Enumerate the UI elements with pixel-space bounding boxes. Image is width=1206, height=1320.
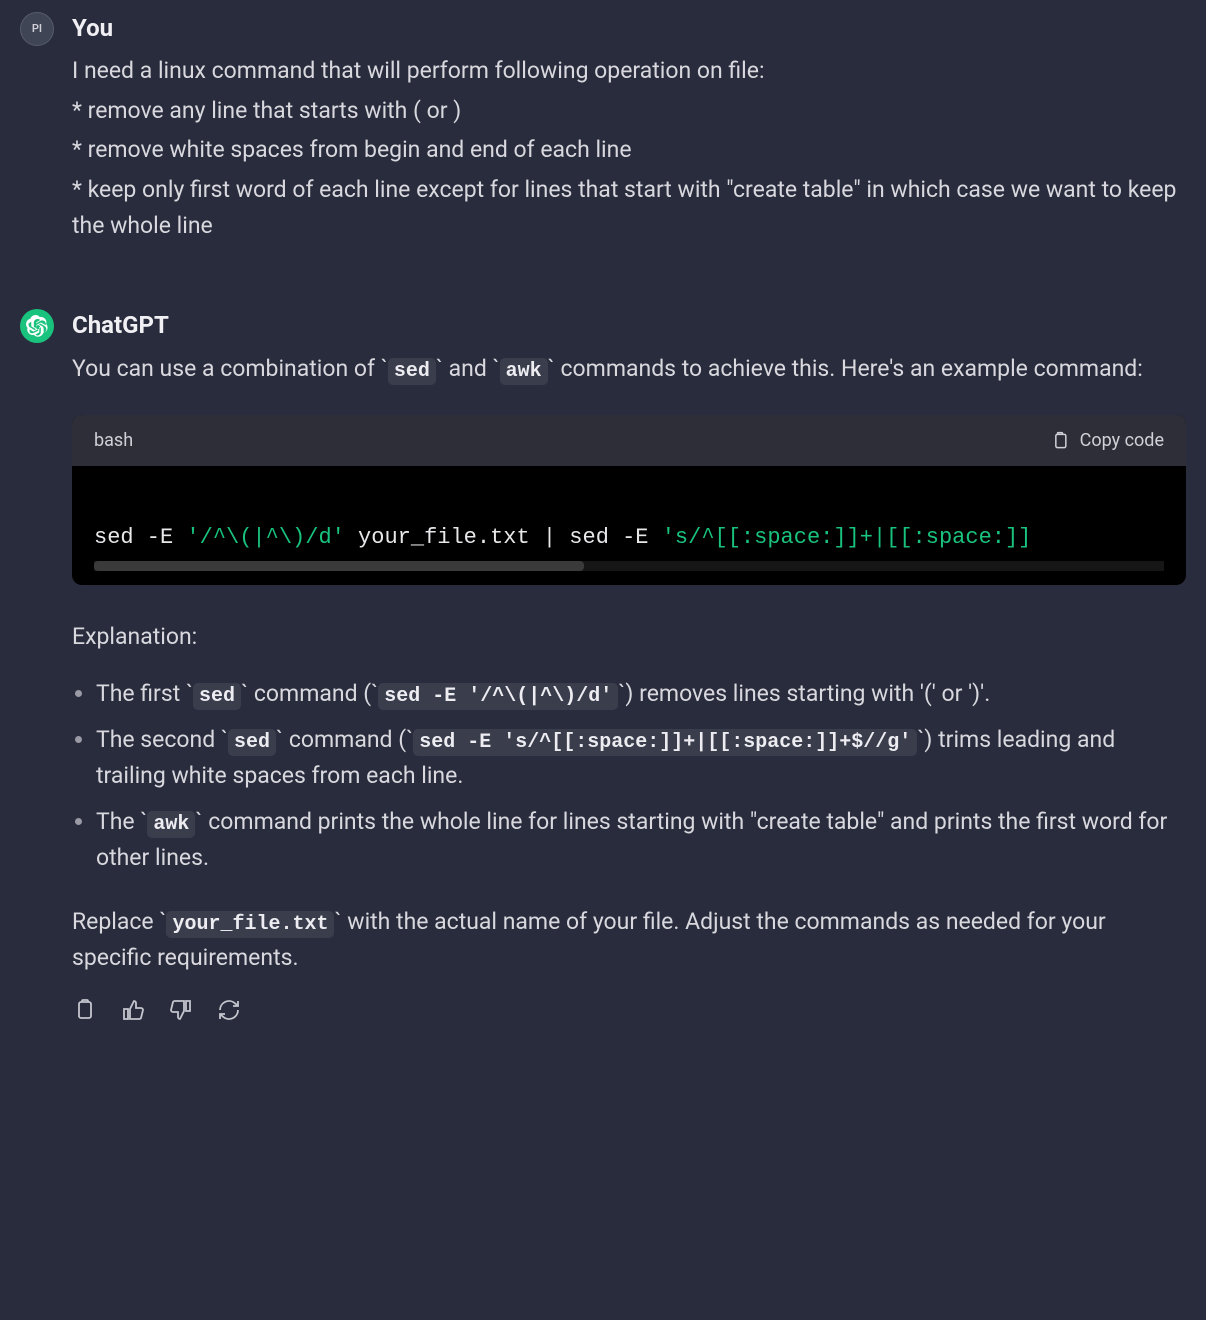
inline-code: sed -E 's/^[[:space:]]+|[[:space:]]+$//g… [413,729,917,756]
code-body[interactable]: sed -E '/^\(|^\)/d' your_file.txt | sed … [72,466,1186,584]
user-line: * remove white spaces from begin and end… [72,132,1186,168]
text: command prints the whole line for lines … [96,808,1167,871]
assistant-sender-label: ChatGPT [72,307,1186,344]
inline-code: sed [388,358,436,385]
openai-icon [26,315,48,337]
inline-code: sed [193,683,241,710]
assistant-message: ChatGPT You can use a combination of `se… [20,307,1186,1023]
text: The [96,808,140,835]
clipboard-icon [1050,431,1070,451]
thumbs-down-button[interactable] [168,997,194,1023]
list-item: The second `sed` command (`sed -E 's/^[[… [96,722,1186,794]
thumbs-up-button[interactable] [120,997,146,1023]
user-line: * keep only first word of each line exce… [72,172,1186,243]
text: Replace [72,908,159,935]
assistant-avatar [20,309,54,343]
clipboard-icon [73,998,97,1022]
inline-code: sed -E '/^\(|^\)/d' [378,683,618,710]
user-content: You I need a linux command that will per… [72,10,1186,247]
assistant-intro: You can use a combination of `sed` and `… [72,351,1186,387]
inline-code: awk [147,811,195,838]
text: command ( [283,726,406,753]
copy-button[interactable] [72,997,98,1023]
text: and [443,355,493,382]
code-seg: sed -E [94,525,186,550]
assistant-body: You can use a combination of `sed` and `… [72,351,1186,1024]
regenerate-button[interactable] [216,997,242,1023]
regenerate-icon [217,998,241,1022]
user-body: I need a linux command that will perform… [72,53,1186,243]
user-line: I need a linux command that will perform… [72,53,1186,89]
text: The first [96,680,186,707]
text: commands to achieve this. Here's an exam… [555,355,1143,382]
text: command ( [248,680,371,707]
assistant-outro: Replace `your_file.txt` with the actual … [72,904,1186,976]
text: The second [96,726,221,753]
copy-code-button[interactable]: Copy code [1050,427,1164,455]
code-lang-label: bash [94,427,133,455]
assistant-content: ChatGPT You can use a combination of `se… [72,307,1186,1023]
text: You can use a combination of [72,355,381,382]
user-avatar: PI [20,12,54,46]
code-seg-string: '/^\(|^\)/d' [186,525,344,550]
explanation-list: The first `sed` command (`sed -E '/^\(|^… [72,676,1186,875]
inline-code: awk [500,358,548,385]
user-message: PI You I need a linux command that will … [20,10,1186,247]
user-line: * remove any line that starts with ( or … [72,93,1186,129]
user-sender-label: You [72,10,1186,47]
scrollbar-thumb[interactable] [94,561,584,571]
explanation-heading: Explanation: [72,619,1186,655]
thumbs-down-icon [169,998,193,1022]
thumbs-up-icon [121,998,145,1022]
code-block: bash Copy code sed -E '/^\(|^\)/d' your_… [72,415,1186,585]
text: ) removes lines starting with '(' or ')'… [625,680,990,707]
code-header: bash Copy code [72,415,1186,467]
message-actions [72,997,1186,1023]
list-item: The `awk` command prints the whole line … [96,804,1186,876]
inline-code: sed [228,729,276,756]
code-seg-string: 's/^[[:space:]]+|[[:space:]] [662,525,1032,550]
horizontal-scrollbar[interactable] [94,561,1164,571]
inline-code: your_file.txt [166,911,334,938]
copy-code-label: Copy code [1080,427,1164,455]
code-seg: your_file.txt | sed -E [345,525,662,550]
list-item: The first `sed` command (`sed -E '/^\(|^… [96,676,1186,712]
